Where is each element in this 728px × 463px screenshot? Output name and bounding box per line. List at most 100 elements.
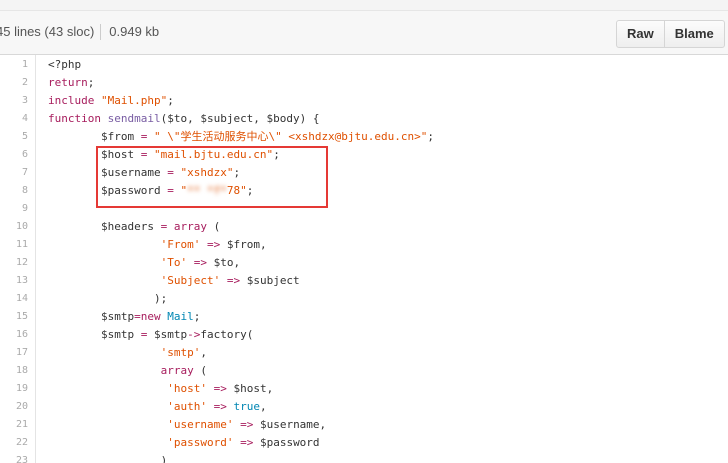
code-token: array	[173, 220, 207, 233]
code-line: 1 <?php	[0, 56, 728, 74]
code-token: ;	[273, 148, 280, 161]
code-text: )	[48, 452, 168, 463]
code-token: =>	[193, 256, 207, 269]
line-number[interactable]: 10	[0, 218, 28, 236]
code-line: 17 'smtp',	[0, 344, 728, 362]
line-number[interactable]: 11	[0, 236, 28, 254]
line-number[interactable]: 13	[0, 272, 28, 290]
code-line: 15 $smtp=new Mail;	[0, 308, 728, 326]
code-line: 22 'password' => $password	[0, 434, 728, 452]
code-token: =>	[226, 274, 241, 287]
raw-button[interactable]: Raw	[617, 21, 664, 47]
code-token: "xshdzx"	[180, 166, 234, 179]
code-token: 'host'	[167, 382, 207, 395]
code-token: $password	[253, 436, 320, 449]
code-token: ;	[246, 184, 254, 197]
code-text: $password = "** *f*78";	[48, 182, 253, 200]
code-token: "Mail.php"	[100, 94, 168, 107]
code-token: $smtp	[48, 310, 135, 323]
line-number[interactable]: 22	[0, 434, 28, 452]
code-token: $password	[48, 184, 168, 197]
file-size: 0.949 kb	[109, 24, 160, 39]
line-number[interactable]: 6	[0, 146, 28, 164]
file-header: 45 lines (43 sloc) 0.949 kb Raw Blame	[0, 11, 728, 55]
line-number[interactable]: 8	[0, 182, 28, 200]
code-line: 5 $from = " \"学生活动服务中心\" <xshdzx@bjtu.ed…	[0, 128, 728, 146]
code-token: $host	[48, 148, 141, 161]
code-line: 14 );	[0, 290, 728, 308]
line-number[interactable]: 4	[0, 110, 28, 128]
line-number[interactable]: 12	[0, 254, 28, 272]
line-number[interactable]: 21	[0, 416, 28, 434]
code-text: $username = "xshdzx";	[48, 164, 240, 182]
code-token: 'username'	[167, 418, 234, 431]
code-text: 'From' => $from,	[48, 236, 267, 254]
code-token: $from	[48, 130, 141, 143]
line-number[interactable]: 18	[0, 362, 28, 380]
line-number[interactable]: 23	[0, 452, 28, 463]
code-token: 78"	[226, 184, 247, 197]
code-token: $from,	[220, 238, 267, 251]
code-token: <?php	[48, 58, 82, 71]
line-number[interactable]: 1	[0, 56, 28, 74]
code-line: 18 array (	[0, 362, 728, 380]
line-number[interactable]: 9	[0, 200, 28, 218]
code-token: factory(	[200, 328, 254, 341]
code-token: ;	[87, 76, 95, 89]
code-view: 1 <?php 2 return; 3 include "Mail.php"; 4 funct…	[0, 55, 728, 463]
line-number[interactable]: 3	[0, 92, 28, 110]
line-number[interactable]: 17	[0, 344, 28, 362]
code-token: (	[206, 220, 221, 233]
code-text: 'password' => $password	[48, 434, 320, 452]
code-token: function	[48, 112, 101, 125]
code-line: 4 function sendmail($to, $subject, $body)…	[0, 110, 728, 128]
code-text: 'To' => $to,	[48, 254, 241, 272]
code-line: 13 'Subject' => $subject	[0, 272, 728, 290]
line-number[interactable]: 14	[0, 290, 28, 308]
code-token: =>	[240, 418, 254, 431]
code-line: 16 $smtp = $smtp->factory(	[0, 326, 728, 344]
code-line: 7 $username = "xshdzx";	[0, 164, 728, 182]
code-token: 'To'	[160, 256, 188, 269]
code-token: 'auth'	[167, 400, 207, 413]
code-token: array	[160, 364, 194, 377]
code-token: ,	[259, 400, 267, 413]
line-number[interactable]: 19	[0, 380, 28, 398]
line-number[interactable]: 2	[0, 74, 28, 92]
code-line: 21 'username' => $username,	[0, 416, 728, 434]
file-actions: Raw Blame	[616, 20, 725, 48]
code-token: (	[193, 364, 207, 377]
line-number[interactable]: 5	[0, 128, 28, 146]
line-number[interactable]: 15	[0, 308, 28, 326]
code-token: ;	[427, 130, 435, 143]
line-number[interactable]: 20	[0, 398, 28, 416]
code-text: 'smtp',	[48, 344, 207, 362]
code-token: ;	[233, 166, 241, 179]
code-token: " \"学生活动服务中心\" <xshdzx@bjtu.edu.cn>"	[153, 130, 428, 143]
code-token: true	[233, 400, 260, 413]
line-number[interactable]: 16	[0, 326, 28, 344]
code-token: 'From'	[160, 238, 201, 251]
code-token: )	[48, 454, 168, 463]
top-bar	[0, 0, 728, 11]
code-line: 3 include "Mail.php";	[0, 92, 728, 110]
code-token: );	[48, 292, 168, 305]
code-token: =>	[206, 238, 221, 251]
code-token: "mail.bjtu.edu.cn"	[153, 148, 274, 161]
code-text: );	[48, 290, 167, 308]
blame-button[interactable]: Blame	[663, 21, 724, 47]
code-token: Mail	[167, 310, 194, 323]
code-line: 20 'auth' => true,	[0, 398, 728, 416]
line-number[interactable]: 7	[0, 164, 28, 182]
code-text: <?php	[48, 56, 81, 74]
code-token: =>	[213, 382, 227, 395]
code-text: 'Subject' => $subject	[48, 272, 300, 290]
